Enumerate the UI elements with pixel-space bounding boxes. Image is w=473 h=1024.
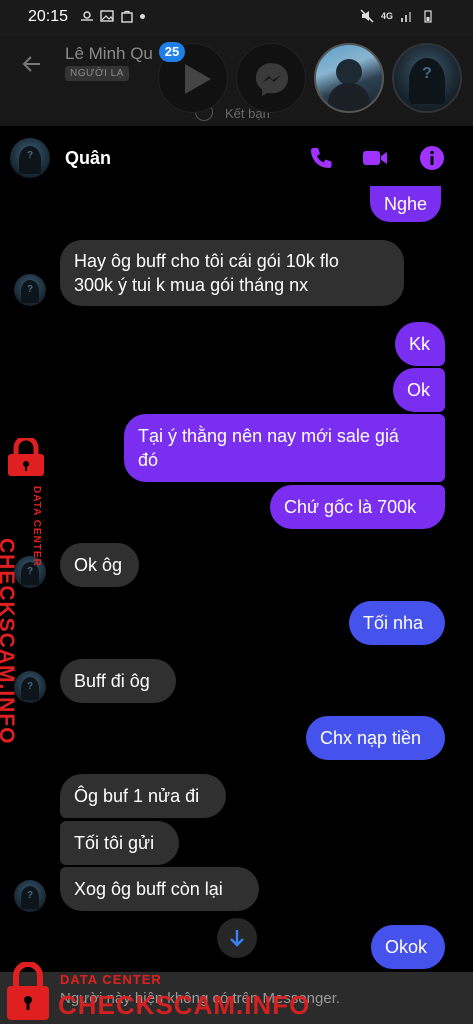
background-contact-name: Lê Minh Qu bbox=[65, 44, 153, 63]
watermark-subtitle: DATA CENTER bbox=[60, 972, 162, 987]
weather-icon bbox=[81, 11, 93, 21]
signal-icon bbox=[401, 12, 411, 22]
sender-avatar: ? bbox=[14, 274, 46, 306]
sender-avatar: ? bbox=[14, 880, 46, 912]
status-time: 20:15 bbox=[28, 8, 69, 25]
contact-name[interactable]: Quân bbox=[65, 148, 111, 169]
stranger-tag: NGƯỜI LẠ bbox=[65, 66, 129, 81]
battery-icon bbox=[424, 10, 432, 23]
sender-avatar: ? bbox=[14, 671, 46, 703]
back-arrow-icon[interactable] bbox=[20, 52, 44, 76]
message-incoming[interactable]: Xog ôg buff còn lại bbox=[60, 867, 259, 911]
chat-head-hooded-avatar[interactable]: ? bbox=[392, 43, 462, 113]
messenger-icon bbox=[256, 63, 288, 96]
notification-icons bbox=[80, 9, 145, 23]
chat-header: ? Quân bbox=[0, 126, 473, 190]
arrow-down-icon bbox=[230, 930, 244, 947]
shopping-bag-icon bbox=[121, 10, 133, 23]
scroll-to-bottom-button[interactable] bbox=[217, 918, 257, 958]
message-outgoing[interactable]: Chứ gốc là 700k bbox=[270, 485, 445, 529]
contact-avatar[interactable]: ? bbox=[10, 138, 50, 178]
watermark-subtitle-vertical: DATA CENTER bbox=[31, 486, 42, 567]
status-bar: 20:15 4G bbox=[0, 0, 473, 36]
message-outgoing[interactable]: Ok bbox=[393, 368, 445, 412]
watermark-title-vertical: CHECKSCAM.INFO bbox=[0, 538, 18, 745]
chat-head-user-photo[interactable] bbox=[314, 43, 384, 113]
gallery-icon bbox=[100, 10, 114, 22]
message-outgoing[interactable]: Okok bbox=[371, 925, 445, 969]
message-outgoing[interactable]: Kk bbox=[395, 322, 445, 366]
message-outgoing[interactable]: Tại ý thằng nên nay mới sale giá đó bbox=[124, 414, 445, 482]
video-call-icon[interactable] bbox=[361, 144, 389, 172]
message-outgoing[interactable]: Tối nha bbox=[349, 601, 445, 645]
unread-badge: 25 bbox=[159, 42, 185, 62]
message-incoming[interactable]: Ôg buf 1 nửa đi bbox=[60, 774, 226, 818]
more-notifications-dot bbox=[140, 13, 145, 19]
chat-head-messenger[interactable] bbox=[236, 43, 306, 113]
watermark-title: CHECKSCAM.INFO bbox=[58, 990, 311, 1020]
message-incoming[interactable]: Hay ôg buff cho tôi cái gói 10k flo 300k … bbox=[60, 240, 404, 306]
message-incoming[interactable]: Tối tôi gửi bbox=[60, 821, 179, 865]
info-icon[interactable] bbox=[418, 144, 446, 172]
message-outgoing[interactable]: Nghe bbox=[370, 186, 442, 222]
phone-call-icon[interactable] bbox=[307, 144, 335, 172]
mute-icon bbox=[360, 9, 374, 23]
network-type: 4G bbox=[380, 11, 393, 21]
system-icons: 4G bbox=[360, 9, 435, 23]
message-outgoing[interactable]: Chx nạp tiền bbox=[306, 716, 445, 760]
watermark-lock-icon bbox=[7, 962, 49, 1020]
message-incoming[interactable]: Buff đi ôg bbox=[60, 659, 176, 703]
message-incoming[interactable]: Ok ôg bbox=[60, 543, 139, 587]
watermark-lock-icon bbox=[8, 438, 44, 476]
